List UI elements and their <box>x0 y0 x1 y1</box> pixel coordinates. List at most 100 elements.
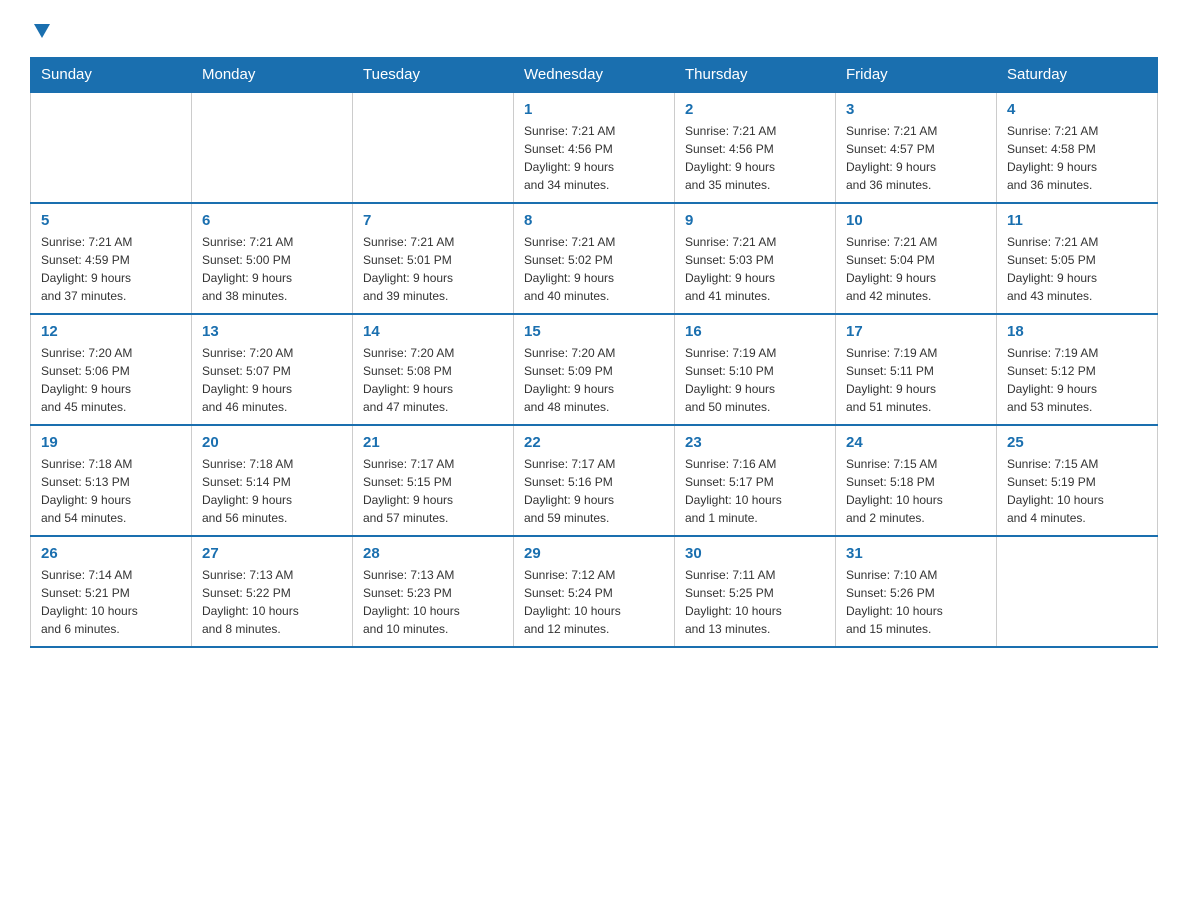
calendar-cell <box>353 92 514 203</box>
day-info: Sunrise: 7:21 AM Sunset: 5:03 PM Dayligh… <box>685 233 825 305</box>
day-info: Sunrise: 7:18 AM Sunset: 5:14 PM Dayligh… <box>202 455 342 527</box>
calendar-cell: 25 Sunrise: 7:15 AM Sunset: 5:19 PM Dayli… <box>997 425 1158 536</box>
day-info: Sunrise: 7:21 AM Sunset: 4:58 PM Dayligh… <box>1007 122 1147 194</box>
day-number: 29 <box>524 545 664 562</box>
day-info: Sunrise: 7:20 AM Sunset: 5:09 PM Dayligh… <box>524 344 664 416</box>
day-info: Sunrise: 7:21 AM Sunset: 5:04 PM Dayligh… <box>846 233 986 305</box>
calendar-cell: 31 Sunrise: 7:10 AM Sunset: 5:26 PM Dayli… <box>836 536 997 647</box>
calendar-cell: 12 Sunrise: 7:20 AM Sunset: 5:06 PM Dayli… <box>31 314 192 425</box>
calendar-week-row: 19 Sunrise: 7:18 AM Sunset: 5:13 PM Dayli… <box>31 425 1158 536</box>
calendar-cell: 6 Sunrise: 7:21 AM Sunset: 5:00 PM Daylig… <box>192 203 353 314</box>
day-info: Sunrise: 7:21 AM Sunset: 4:59 PM Dayligh… <box>41 233 181 305</box>
day-info: Sunrise: 7:17 AM Sunset: 5:15 PM Dayligh… <box>363 455 503 527</box>
day-number: 25 <box>1007 434 1147 451</box>
day-number: 18 <box>1007 323 1147 340</box>
calendar-cell: 7 Sunrise: 7:21 AM Sunset: 5:01 PM Daylig… <box>353 203 514 314</box>
calendar-header-row: SundayMondayTuesdayWednesdayThursdayFrid… <box>31 58 1158 93</box>
day-number: 21 <box>363 434 503 451</box>
calendar-header-tuesday: Tuesday <box>353 58 514 93</box>
day-number: 7 <box>363 212 503 229</box>
day-info: Sunrise: 7:21 AM Sunset: 5:02 PM Dayligh… <box>524 233 664 305</box>
calendar-cell <box>192 92 353 203</box>
calendar-cell: 23 Sunrise: 7:16 AM Sunset: 5:17 PM Dayli… <box>675 425 836 536</box>
day-number: 20 <box>202 434 342 451</box>
day-number: 6 <box>202 212 342 229</box>
day-info: Sunrise: 7:10 AM Sunset: 5:26 PM Dayligh… <box>846 566 986 638</box>
day-info: Sunrise: 7:15 AM Sunset: 5:18 PM Dayligh… <box>846 455 986 527</box>
calendar-cell: 18 Sunrise: 7:19 AM Sunset: 5:12 PM Dayli… <box>997 314 1158 425</box>
calendar-cell <box>31 92 192 203</box>
day-info: Sunrise: 7:21 AM Sunset: 5:01 PM Dayligh… <box>363 233 503 305</box>
calendar-cell: 4 Sunrise: 7:21 AM Sunset: 4:58 PM Daylig… <box>997 92 1158 203</box>
calendar-cell: 9 Sunrise: 7:21 AM Sunset: 5:03 PM Daylig… <box>675 203 836 314</box>
day-number: 23 <box>685 434 825 451</box>
day-number: 2 <box>685 101 825 118</box>
day-info: Sunrise: 7:14 AM Sunset: 5:21 PM Dayligh… <box>41 566 181 638</box>
day-number: 14 <box>363 323 503 340</box>
day-info: Sunrise: 7:13 AM Sunset: 5:22 PM Dayligh… <box>202 566 342 638</box>
calendar-week-row: 5 Sunrise: 7:21 AM Sunset: 4:59 PM Daylig… <box>31 203 1158 314</box>
day-info: Sunrise: 7:18 AM Sunset: 5:13 PM Dayligh… <box>41 455 181 527</box>
calendar-cell: 20 Sunrise: 7:18 AM Sunset: 5:14 PM Dayli… <box>192 425 353 536</box>
day-number: 1 <box>524 101 664 118</box>
day-info: Sunrise: 7:20 AM Sunset: 5:06 PM Dayligh… <box>41 344 181 416</box>
day-info: Sunrise: 7:13 AM Sunset: 5:23 PM Dayligh… <box>363 566 503 638</box>
calendar-cell: 3 Sunrise: 7:21 AM Sunset: 4:57 PM Daylig… <box>836 92 997 203</box>
calendar-cell <box>997 536 1158 647</box>
logo-triangle-icon <box>32 20 52 40</box>
day-number: 17 <box>846 323 986 340</box>
calendar-week-row: 26Sunrise: 7:14 AM Sunset: 5:21 PM Dayli… <box>31 536 1158 647</box>
day-info: Sunrise: 7:19 AM Sunset: 5:10 PM Dayligh… <box>685 344 825 416</box>
calendar-cell: 16 Sunrise: 7:19 AM Sunset: 5:10 PM Dayli… <box>675 314 836 425</box>
day-info: Sunrise: 7:20 AM Sunset: 5:08 PM Dayligh… <box>363 344 503 416</box>
calendar-cell: 17 Sunrise: 7:19 AM Sunset: 5:11 PM Dayli… <box>836 314 997 425</box>
day-number: 8 <box>524 212 664 229</box>
day-info: Sunrise: 7:17 AM Sunset: 5:16 PM Dayligh… <box>524 455 664 527</box>
day-number: 10 <box>846 212 986 229</box>
day-info: Sunrise: 7:21 AM Sunset: 4:56 PM Dayligh… <box>524 122 664 194</box>
day-number: 31 <box>846 545 986 562</box>
day-info: Sunrise: 7:21 AM Sunset: 4:57 PM Dayligh… <box>846 122 986 194</box>
day-info: Sunrise: 7:21 AM Sunset: 4:56 PM Dayligh… <box>685 122 825 194</box>
calendar-cell: 2 Sunrise: 7:21 AM Sunset: 4:56 PM Daylig… <box>675 92 836 203</box>
calendar-cell: 11 Sunrise: 7:21 AM Sunset: 5:05 PM Dayli… <box>997 203 1158 314</box>
calendar-cell: 5 Sunrise: 7:21 AM Sunset: 4:59 PM Daylig… <box>31 203 192 314</box>
day-number: 5 <box>41 212 181 229</box>
day-info: Sunrise: 7:11 AM Sunset: 5:25 PM Dayligh… <box>685 566 825 638</box>
day-number: 16 <box>685 323 825 340</box>
day-info: Sunrise: 7:16 AM Sunset: 5:17 PM Dayligh… <box>685 455 825 527</box>
calendar-week-row: 12 Sunrise: 7:20 AM Sunset: 5:06 PM Dayli… <box>31 314 1158 425</box>
calendar-cell: 28Sunrise: 7:13 AM Sunset: 5:23 PM Dayli… <box>353 536 514 647</box>
day-info: Sunrise: 7:20 AM Sunset: 5:07 PM Dayligh… <box>202 344 342 416</box>
calendar-header-wednesday: Wednesday <box>514 58 675 93</box>
day-number: 19 <box>41 434 181 451</box>
calendar-header-thursday: Thursday <box>675 58 836 93</box>
day-info: Sunrise: 7:19 AM Sunset: 5:11 PM Dayligh… <box>846 344 986 416</box>
logo <box>30 20 52 39</box>
calendar-cell: 15 Sunrise: 7:20 AM Sunset: 5:09 PM Dayli… <box>514 314 675 425</box>
day-info: Sunrise: 7:21 AM Sunset: 5:00 PM Dayligh… <box>202 233 342 305</box>
day-number: 4 <box>1007 101 1147 118</box>
day-info: Sunrise: 7:12 AM Sunset: 5:24 PM Dayligh… <box>524 566 664 638</box>
page-header <box>30 20 1158 39</box>
day-number: 11 <box>1007 212 1147 229</box>
calendar-cell: 21 Sunrise: 7:17 AM Sunset: 5:15 PM Dayli… <box>353 425 514 536</box>
day-number: 9 <box>685 212 825 229</box>
day-info: Sunrise: 7:21 AM Sunset: 5:05 PM Dayligh… <box>1007 233 1147 305</box>
calendar-cell: 10 Sunrise: 7:21 AM Sunset: 5:04 PM Dayli… <box>836 203 997 314</box>
day-number: 3 <box>846 101 986 118</box>
calendar-header-friday: Friday <box>836 58 997 93</box>
day-number: 12 <box>41 323 181 340</box>
day-info: Sunrise: 7:19 AM Sunset: 5:12 PM Dayligh… <box>1007 344 1147 416</box>
calendar-cell: 26Sunrise: 7:14 AM Sunset: 5:21 PM Dayli… <box>31 536 192 647</box>
calendar-cell: 19 Sunrise: 7:18 AM Sunset: 5:13 PM Dayli… <box>31 425 192 536</box>
calendar-cell: 8 Sunrise: 7:21 AM Sunset: 5:02 PM Daylig… <box>514 203 675 314</box>
day-info: Sunrise: 7:15 AM Sunset: 5:19 PM Dayligh… <box>1007 455 1147 527</box>
calendar-cell: 29 Sunrise: 7:12 AM Sunset: 5:24 PM Dayli… <box>514 536 675 647</box>
calendar-header-sunday: Sunday <box>31 58 192 93</box>
day-number: 24 <box>846 434 986 451</box>
day-number: 15 <box>524 323 664 340</box>
calendar-cell: 13Sunrise: 7:20 AM Sunset: 5:07 PM Dayli… <box>192 314 353 425</box>
calendar-cell: 1 Sunrise: 7:21 AM Sunset: 4:56 PM Daylig… <box>514 92 675 203</box>
calendar-cell: 24 Sunrise: 7:15 AM Sunset: 5:18 PM Dayli… <box>836 425 997 536</box>
